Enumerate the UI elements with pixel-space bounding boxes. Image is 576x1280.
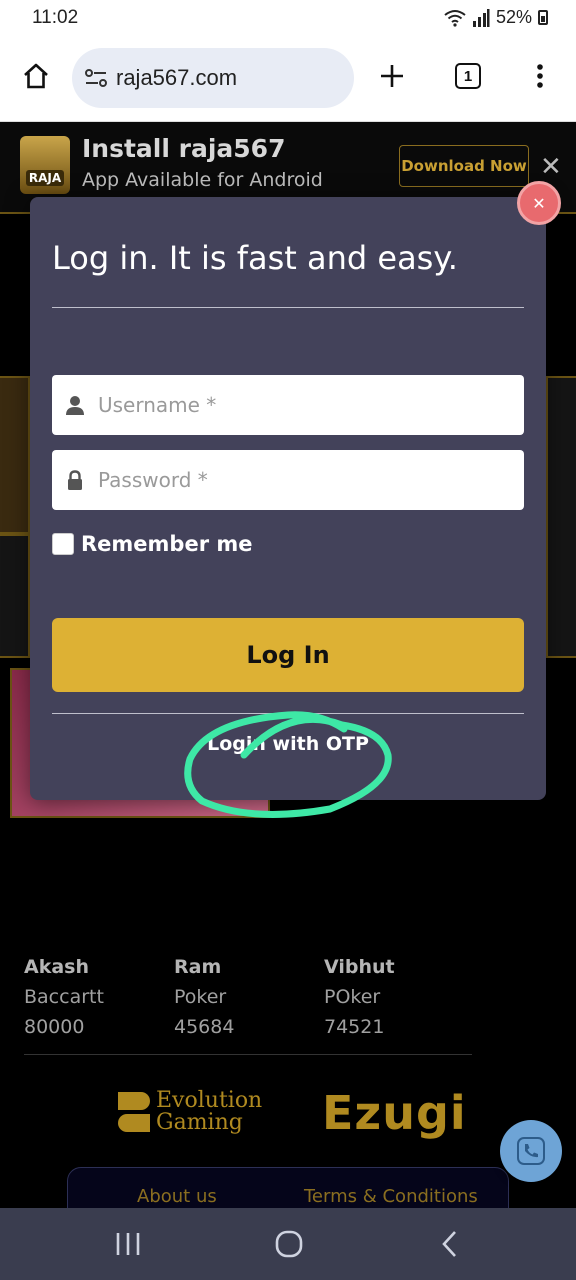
divider xyxy=(52,307,524,308)
game-tile[interactable] xyxy=(0,534,30,658)
evolution-mark-icon xyxy=(118,1090,150,1134)
url-text: raja567.com xyxy=(116,65,238,90)
modal-close-button[interactable]: ✕ xyxy=(517,181,561,225)
login-button[interactable]: Log In xyxy=(52,618,524,692)
tab-count: 1 xyxy=(455,63,481,89)
winner-akash: Akash Baccartt 80000 xyxy=(24,956,104,1038)
status-time: 11:02 xyxy=(32,7,79,28)
user-icon xyxy=(52,395,98,415)
about-us-link[interactable]: About us xyxy=(137,1186,217,1207)
username-field[interactable] xyxy=(52,375,524,435)
evolution-gaming-logo: Evolution Gaming xyxy=(118,1090,262,1134)
close-icon[interactable]: ✕ xyxy=(540,152,562,182)
back-icon[interactable] xyxy=(420,1226,480,1262)
recent-apps-icon[interactable] xyxy=(98,1226,158,1262)
password-field[interactable] xyxy=(52,450,524,510)
download-now-button[interactable]: Download Now xyxy=(399,145,529,187)
install-title: Install raja567 xyxy=(82,134,286,163)
divider xyxy=(52,713,524,714)
game-tile[interactable] xyxy=(546,376,576,658)
raja567-logo: RAJA xyxy=(20,136,70,194)
wifi-icon xyxy=(444,9,466,27)
login-with-otp-link[interactable]: Login with OTP xyxy=(30,733,546,755)
install-subtitle: App Available for Android xyxy=(82,169,323,191)
address-bar[interactable]: raja567.com xyxy=(72,48,354,108)
modal-title: Log in. It is fast and easy. xyxy=(52,239,458,277)
lock-icon xyxy=(52,470,98,490)
battery-percent: 52% xyxy=(495,7,532,27)
footer-links: About us Terms & Conditions xyxy=(67,1167,509,1208)
signal-icon xyxy=(472,8,490,27)
more-menu-icon[interactable] xyxy=(520,56,560,96)
login-modal: Log in. It is fast and easy. Remember me… xyxy=(30,197,546,800)
tab-switcher-button[interactable]: 1 xyxy=(448,56,488,96)
phone-icon xyxy=(517,1137,545,1165)
terms-link[interactable]: Terms & Conditions xyxy=(304,1186,478,1207)
game-tile[interactable] xyxy=(0,376,30,534)
winner-ram: Ram Poker 45684 xyxy=(174,956,235,1038)
username-input[interactable] xyxy=(98,393,524,417)
new-tab-icon[interactable] xyxy=(372,56,412,96)
winner-vibhut: Vibhut POker 74521 xyxy=(324,956,395,1038)
call-button[interactable] xyxy=(500,1120,562,1182)
home-button-icon[interactable] xyxy=(259,1226,319,1262)
system-navigation-bar xyxy=(0,1208,576,1280)
battery-icon xyxy=(538,10,548,25)
password-input[interactable] xyxy=(98,468,524,492)
ezugi-logo: Ezugi xyxy=(322,1086,467,1140)
site-settings-icon[interactable] xyxy=(84,68,108,88)
browser-toolbar: raja567.com 1 xyxy=(0,38,576,122)
divider xyxy=(24,1054,472,1055)
remember-me-checkbox[interactable] xyxy=(52,533,74,555)
status-indicators: 52% xyxy=(444,7,548,28)
home-icon[interactable] xyxy=(16,56,56,96)
status-bar: 11:02 52% xyxy=(0,0,576,38)
remember-me[interactable]: Remember me xyxy=(52,532,253,556)
remember-me-label[interactable]: Remember me xyxy=(81,532,253,556)
